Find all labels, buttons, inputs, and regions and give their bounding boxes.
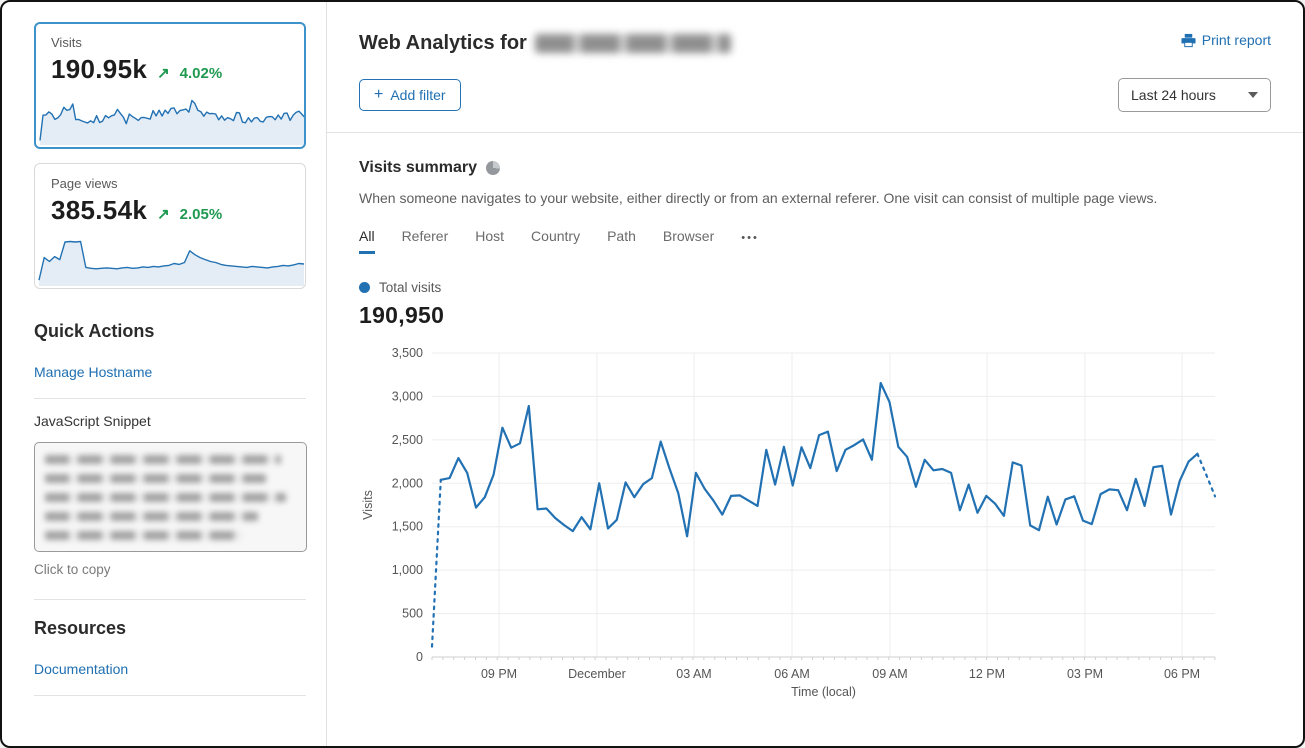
- main-content: Web Analytics for Print report + Add fil…: [327, 2, 1303, 746]
- page-title: Web Analytics for: [359, 32, 731, 55]
- svg-text:06 AM: 06 AM: [774, 667, 809, 681]
- summary-tab-bar: All Referer Host Country Path Browser •••: [359, 228, 1271, 254]
- redacted-code-line: [45, 493, 286, 502]
- svg-text:2,000: 2,000: [392, 476, 423, 490]
- svg-text:December: December: [568, 667, 626, 681]
- svg-text:500: 500: [402, 607, 423, 621]
- visits-summary-section: Visits summary When someone navigates to…: [327, 133, 1303, 706]
- svg-text:03 AM: 03 AM: [676, 667, 711, 681]
- svg-text:Visits: Visits: [361, 490, 375, 520]
- chevron-down-icon: [1248, 92, 1258, 98]
- click-to-copy-hint: Click to copy: [34, 562, 306, 577]
- redacted-code-line: [45, 455, 281, 464]
- svg-text:09 PM: 09 PM: [481, 667, 517, 681]
- plus-icon: +: [374, 87, 383, 103]
- page-views-card-label: Page views: [51, 176, 289, 191]
- divider: [34, 695, 306, 696]
- manage-hostname-link[interactable]: Manage Hostname: [34, 364, 152, 380]
- redacted-code-line: [45, 474, 266, 483]
- tab-path[interactable]: Path: [607, 228, 636, 254]
- visits-card-label: Visits: [51, 35, 289, 50]
- quick-actions-heading: Quick Actions: [34, 321, 306, 342]
- total-visits-value: 190,950: [359, 302, 1271, 329]
- add-filter-button[interactable]: + Add filter: [359, 79, 461, 111]
- svg-text:2,500: 2,500: [392, 433, 423, 447]
- legend-dot-icon: [359, 282, 370, 293]
- documentation-link[interactable]: Documentation: [34, 661, 128, 677]
- visits-card-change: 4.02%: [180, 65, 223, 82]
- javascript-snippet-box[interactable]: [34, 442, 307, 552]
- tab-host[interactable]: Host: [475, 228, 504, 254]
- page-views-metric-card[interactable]: Page views 385.54k ↗ 2.05%: [34, 163, 306, 289]
- legend-label: Total visits: [379, 280, 441, 295]
- svg-text:1,000: 1,000: [392, 563, 423, 577]
- svg-text:09 AM: 09 AM: [872, 667, 907, 681]
- visits-card-value: 190.95k: [51, 54, 147, 85]
- visits-summary-description: When someone navigates to your website, …: [359, 190, 1271, 206]
- add-filter-label: Add filter: [390, 87, 445, 103]
- visits-summary-heading: Visits summary: [359, 159, 477, 177]
- svg-text:03 PM: 03 PM: [1067, 667, 1103, 681]
- page-title-text: Web Analytics for: [359, 32, 527, 55]
- tab-referer[interactable]: Referer: [402, 228, 449, 254]
- print-report-label: Print report: [1202, 32, 1271, 48]
- tab-browser[interactable]: Browser: [663, 228, 714, 254]
- page-views-card-change: 2.05%: [180, 206, 223, 223]
- time-range-value: Last 24 hours: [1131, 87, 1216, 103]
- trend-up-icon: ↗: [157, 64, 170, 82]
- resources-heading: Resources: [34, 618, 306, 639]
- web-analytics-window: Visits 190.95k ↗ 4.02% Page views 385.54…: [0, 0, 1305, 748]
- tab-all[interactable]: All: [359, 228, 375, 254]
- visits-sparkline-chart: [36, 91, 306, 147]
- redacted-domain: [535, 34, 731, 53]
- svg-text:1,500: 1,500: [392, 520, 423, 534]
- tab-country[interactable]: Country: [531, 228, 580, 254]
- visits-line-chart: 0 500 1,000 1,500 2,000 2,500 3,000 3,500 09 PM D…: [359, 345, 1271, 706]
- page-views-card-value: 385.54k: [51, 195, 147, 226]
- divider: [34, 599, 306, 600]
- redacted-code-line: [45, 531, 241, 540]
- svg-text:Time (local): Time (local): [791, 685, 856, 699]
- page-views-sparkline-chart: [35, 232, 306, 288]
- visits-metric-card[interactable]: Visits 190.95k ↗ 4.02%: [34, 22, 306, 149]
- svg-text:06 PM: 06 PM: [1164, 667, 1200, 681]
- main-header: Web Analytics for Print report + Add fil…: [327, 2, 1303, 133]
- javascript-snippet-label: JavaScript Snippet: [34, 413, 306, 429]
- redacted-code-line: [45, 512, 258, 521]
- trend-up-icon: ↗: [157, 205, 170, 223]
- svg-text:0: 0: [416, 650, 423, 664]
- printer-icon: [1181, 33, 1196, 48]
- divider: [34, 398, 306, 399]
- chart-legend: Total visits: [359, 280, 1271, 295]
- help-pie-icon[interactable]: [486, 161, 500, 175]
- sidebar: Visits 190.95k ↗ 4.02% Page views 385.54…: [2, 2, 327, 746]
- print-report-button[interactable]: Print report: [1181, 32, 1271, 48]
- svg-text:3,000: 3,000: [392, 389, 423, 403]
- svg-text:12 PM: 12 PM: [969, 667, 1005, 681]
- time-range-dropdown[interactable]: Last 24 hours: [1118, 78, 1271, 112]
- svg-text:3,500: 3,500: [392, 346, 423, 360]
- more-tabs-button[interactable]: •••: [741, 232, 759, 251]
